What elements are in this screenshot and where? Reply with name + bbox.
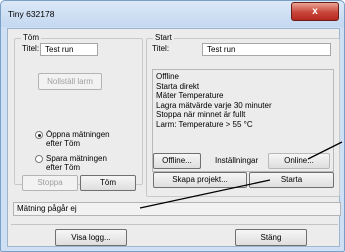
tom-group: Töm Titel: Nollställ larm Öppna mätninge… <box>14 33 143 185</box>
start-button[interactable]: Starta <box>249 172 334 188</box>
create-project-button[interactable]: Skapa projekt... <box>153 172 247 188</box>
reset-alarm-button[interactable]: Nollställ larm <box>38 73 102 90</box>
show-log-button[interactable]: Visa logg... <box>55 229 127 246</box>
save-measurement-label-1: Spara mätningen <box>46 154 107 163</box>
save-measurement-radio[interactable] <box>35 155 43 163</box>
offline-button[interactable]: Offline... <box>153 153 201 169</box>
info-line: Starta direkt <box>156 81 200 91</box>
empty-button[interactable]: Töm <box>80 175 136 191</box>
info-line: Stoppa när minnet är fullt <box>156 110 246 120</box>
settings-label: Inställningar <box>215 156 259 165</box>
start-title-field[interactable] <box>202 43 331 56</box>
start-title-label: Titel: <box>152 44 170 53</box>
open-measurement-radio[interactable] <box>35 131 43 139</box>
stop-button[interactable]: Stoppa <box>22 175 78 191</box>
open-measurement-label-2: efter Töm <box>46 139 81 148</box>
tom-group-legend: Töm <box>21 33 41 42</box>
dialog-window: Tiny 632178 x Töm Titel: Nollställ larm … <box>0 0 345 252</box>
info-line: Mäter Temperature <box>156 91 224 101</box>
close-button[interactable]: Stäng <box>235 229 307 246</box>
window-title: Tiny 632178 <box>8 9 55 19</box>
save-measurement-label-2: efter Töm <box>46 163 81 172</box>
start-group-legend: Start <box>153 33 174 42</box>
title-bar[interactable]: Tiny 632178 x <box>1 1 344 27</box>
dialog-client-area: Töm Titel: Nollställ larm Öppna mätninge… <box>7 28 341 247</box>
footer-divider <box>11 224 338 225</box>
online-button[interactable]: Online... <box>268 153 330 169</box>
status-text: Mätning pågår ej <box>17 204 77 213</box>
tom-title-label: Titel: <box>22 44 40 53</box>
info-line: Lagra mätvärde varje 30 minuter <box>156 100 272 110</box>
open-measurement-label-1: Öppna mätningen <box>46 130 110 139</box>
tom-title-field[interactable] <box>40 43 98 56</box>
info-line: Larm: Temperature > 55 °C <box>156 119 253 129</box>
info-line: Offline <box>156 72 179 81</box>
close-window-button[interactable]: x <box>291 2 339 21</box>
status-bar: Mätning pågår ej <box>13 202 341 216</box>
